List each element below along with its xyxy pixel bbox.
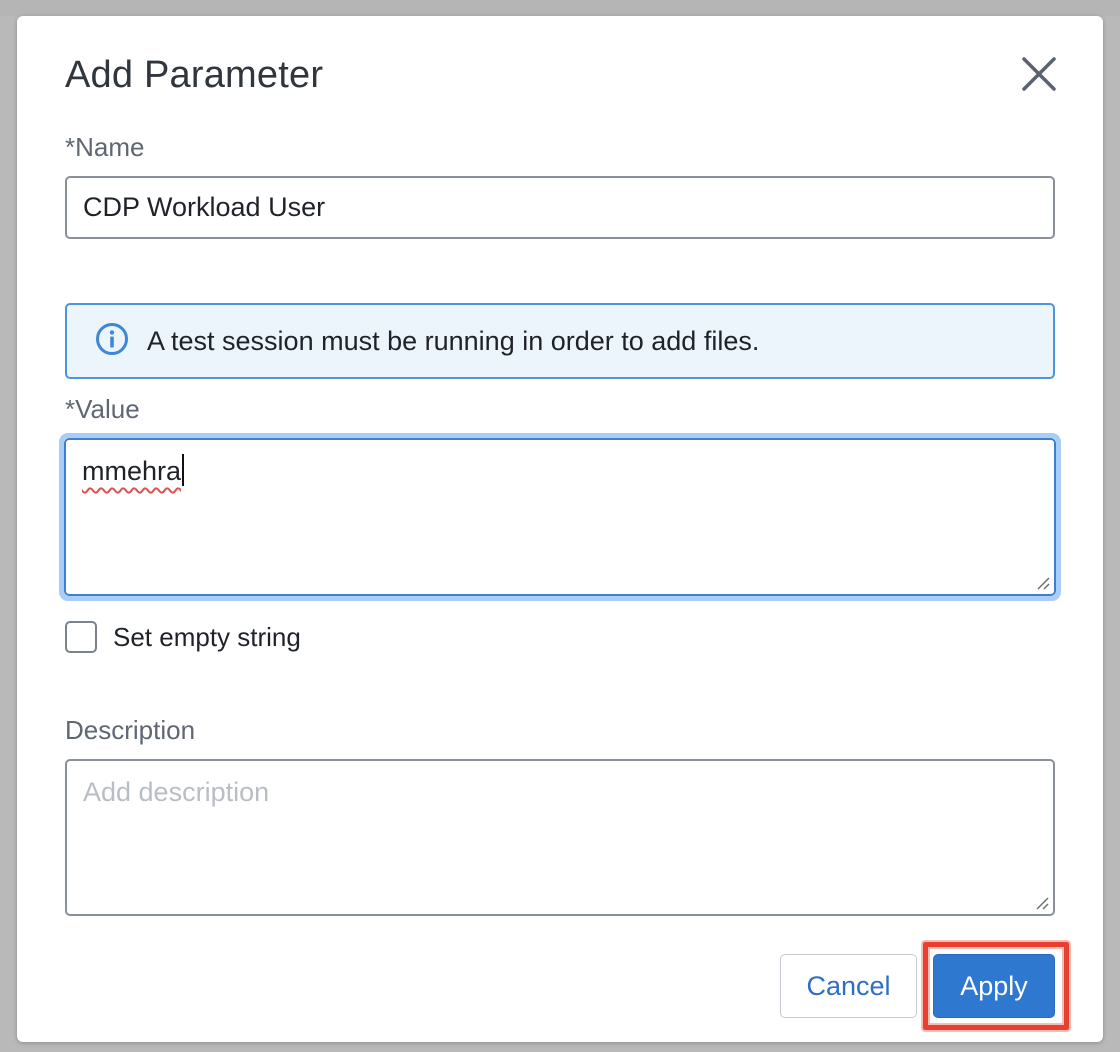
name-label: *Name bbox=[65, 132, 145, 162]
text-caret bbox=[182, 454, 185, 486]
resize-handle-icon[interactable] bbox=[1033, 894, 1049, 910]
value-textarea[interactable]: mmehra bbox=[64, 438, 1056, 596]
info-icon bbox=[95, 322, 129, 361]
name-input[interactable]: CDP Workload User bbox=[65, 176, 1055, 239]
set-empty-string-row: Set empty string bbox=[65, 621, 301, 653]
value-textarea-text: mmehra bbox=[82, 456, 182, 486]
info-banner: A test session must be running in order … bbox=[65, 303, 1055, 379]
add-parameter-dialog: Add Parameter *Name CDP Workload User A … bbox=[17, 16, 1103, 1042]
set-empty-string-label: Set empty string bbox=[113, 621, 301, 652]
name-input-value: CDP Workload User bbox=[83, 192, 326, 222]
value-label: *Value bbox=[65, 394, 140, 424]
description-label: Description bbox=[65, 715, 196, 745]
value-focus-ring: mmehra bbox=[59, 433, 1061, 601]
resize-handle-icon[interactable] bbox=[1034, 574, 1050, 590]
set-empty-string-checkbox[interactable] bbox=[65, 621, 97, 653]
info-banner-text: A test session must be running in order … bbox=[147, 325, 760, 356]
cancel-button[interactable]: Cancel bbox=[780, 954, 917, 1018]
dialog-title: Add Parameter bbox=[65, 54, 324, 96]
description-textarea[interactable]: Add description bbox=[65, 759, 1055, 916]
close-icon[interactable] bbox=[1017, 52, 1061, 96]
background-top-edge bbox=[0, 0, 1120, 16]
apply-button[interactable]: Apply bbox=[933, 954, 1055, 1018]
description-placeholder: Add description bbox=[83, 777, 270, 807]
